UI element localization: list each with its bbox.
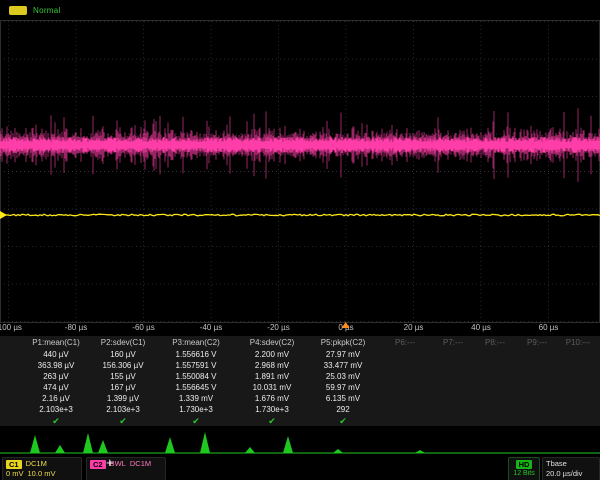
c2-offset-marker[interactable] — [0, 141, 7, 149]
time-label: -100 µs — [0, 323, 22, 332]
c1-offset-marker[interactable] — [0, 211, 7, 219]
c1-scale: 10.0 mV — [28, 469, 56, 479]
measure-value: 6.135 mV — [308, 394, 378, 403]
measure-value: 1.557591 V — [156, 361, 236, 370]
measure-value: 474 µV — [22, 383, 90, 392]
c1-offset: 0 mV — [6, 469, 24, 479]
measure-status-ok: ✔ — [22, 416, 90, 426]
measure-value: 1.891 mV — [236, 372, 308, 381]
measure-value: 1.339 mV — [156, 394, 236, 403]
timebase-scale: 20.0 µs/div — [546, 469, 582, 479]
measure-value: 263 µV — [22, 372, 90, 381]
measure-value: 59.97 mV — [308, 383, 378, 392]
measure-value: 2.200 mV — [236, 350, 308, 359]
measure-value: 440 µV — [22, 350, 90, 359]
c1-coupling: DC1M — [26, 459, 47, 469]
measure-row: 440 µV160 µV1.556616 V2.200 mV27.97 mV — [22, 349, 600, 360]
measure-status-ok: ✔ — [308, 416, 378, 426]
measure-header-1[interactable]: P1:mean(C1) — [22, 338, 90, 347]
measure-value: 155 µV — [90, 372, 156, 381]
top-status-bar: Normal — [0, 0, 600, 20]
mouse-cursor: + — [106, 455, 114, 470]
measure-row: 263 µV155 µV1.550084 V1.891 mV25.03 mV — [22, 371, 600, 382]
measure-row: 2.103e+32.103e+31.730e+31.730e+3292 — [22, 404, 600, 415]
measure-value: 27.97 mV — [308, 350, 378, 359]
time-label: -40 µs — [200, 323, 222, 332]
measure-header-6[interactable]: P6:--- — [378, 338, 432, 347]
measure-status-ok: ✔ — [90, 416, 156, 426]
c2-label: C2 — [90, 460, 106, 469]
measure-header-4[interactable]: P4:sdev(C2) — [236, 338, 308, 347]
c2-descriptor[interactable]: C2 BWL DC1M — [86, 457, 166, 480]
measure-value: 363.98 µV — [22, 361, 90, 370]
measure-value: 33.477 mV — [308, 361, 378, 370]
measure-status-ok: ✔ — [156, 416, 236, 426]
measure-header-3[interactable]: P3:mean(C2) — [156, 338, 236, 347]
grid-svg — [0, 20, 600, 332]
measure-value: 2.968 mV — [236, 361, 308, 370]
measure-value: 167 µV — [90, 383, 156, 392]
measure-value: 292 — [308, 405, 378, 414]
hd-badge-box: HD 12 Bits — [508, 457, 540, 480]
oscilloscope-screen: Normal -100 µs -80 µs -60 µs -40 µs -20 µs 0 … — [0, 0, 600, 480]
acquisition-status-icon — [9, 6, 27, 15]
c2-coupling: DC1M — [130, 459, 151, 469]
measure-value: 160 µV — [90, 350, 156, 359]
measure-trend — [0, 426, 600, 458]
measure-row: 363.98 µV156.306 µV1.557591 V2.968 mV33.… — [22, 360, 600, 371]
hd-bits: 12 Bits — [513, 469, 534, 479]
measure-value: 2.16 µV — [22, 394, 90, 403]
acquisition-status-text: Normal — [33, 6, 61, 15]
trigger-time-marker[interactable] — [342, 322, 350, 328]
c1-label: C1 — [6, 460, 22, 469]
measure-table: P1:mean(C1)P2:sdev(C1)P3:mean(C2)P4:sdev… — [0, 336, 600, 426]
timebase-descriptor[interactable]: Tbase 20.0 µs/div — [542, 457, 600, 480]
waveform-display[interactable]: -100 µs-80 µs-60 µs-40 µs-20 µs0 µs20 µs… — [0, 20, 600, 332]
measure-row: P1:mean(C1)P2:sdev(C1)P3:mean(C2)P4:sdev… — [22, 336, 600, 349]
measure-value: 10.031 mV — [236, 383, 308, 392]
time-label: 60 µs — [539, 323, 559, 332]
time-label: 20 µs — [404, 323, 424, 332]
descriptor-bar: C1 DC1M 0 mV 10.0 mV C2 BWL DC1M + HD 12… — [0, 456, 600, 480]
measure-value: 25.03 mV — [308, 372, 378, 381]
measure-value: 156.306 µV — [90, 361, 156, 370]
measure-header-5[interactable]: P5:pkpk(C2) — [308, 338, 378, 347]
measure-value: 1.730e+3 — [156, 405, 236, 414]
measure-row: ✔✔✔✔✔ — [22, 415, 600, 426]
measure-header-7[interactable]: P7:--- — [432, 338, 474, 347]
measure-header-2[interactable]: P2:sdev(C1) — [90, 338, 156, 347]
hd-badge: HD — [516, 460, 533, 469]
c1-descriptor[interactable]: C1 DC1M 0 mV 10.0 mV — [2, 457, 82, 480]
measure-status-ok: ✔ — [236, 416, 308, 426]
measure-value: 1.556616 V — [156, 350, 236, 359]
measure-value: 2.103e+3 — [22, 405, 90, 414]
time-label: 40 µs — [471, 323, 491, 332]
measure-value: 1.550084 V — [156, 372, 236, 381]
measure-value: 2.103e+3 — [90, 405, 156, 414]
measure-value: 1.676 mV — [236, 394, 308, 403]
measure-value: 1.399 µV — [90, 394, 156, 403]
time-label: -20 µs — [267, 323, 289, 332]
time-label: -80 µs — [65, 323, 87, 332]
measure-header-8[interactable]: P8:--- — [474, 338, 516, 347]
measure-value: 1.730e+3 — [236, 405, 308, 414]
measure-value: 1.556645 V — [156, 383, 236, 392]
measure-header-10[interactable]: P10:--- — [558, 338, 598, 347]
measure-header-9[interactable]: P9:--- — [516, 338, 558, 347]
measure-row: 2.16 µV1.399 µV1.339 mV1.676 mV6.135 mV — [22, 393, 600, 404]
measure-row: 474 µV167 µV1.556645 V10.031 mV59.97 mV — [22, 382, 600, 393]
time-label: -60 µs — [132, 323, 154, 332]
timebase-label: Tbase — [546, 459, 567, 469]
